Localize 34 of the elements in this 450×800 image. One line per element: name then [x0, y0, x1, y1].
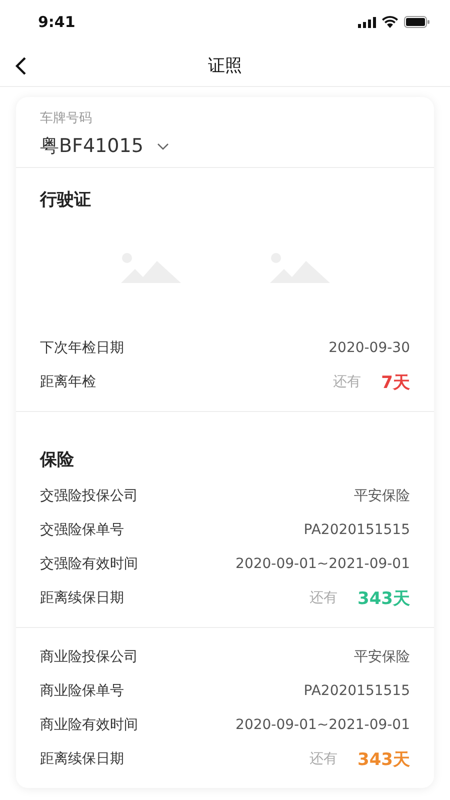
field-value: 2020-09-30	[328, 340, 410, 356]
field-label: 商业险投保公司	[40, 648, 138, 666]
field-value: 2020-09-01~2021-09-01	[236, 556, 410, 572]
plate-label: 车牌号码	[40, 110, 93, 127]
signal-icon	[358, 16, 376, 28]
field-label: 交强险保单号	[40, 521, 124, 539]
wifi-icon	[382, 16, 398, 28]
days-remaining: 343天	[358, 588, 410, 610]
plate-selector[interactable]: 粤BF41015	[40, 133, 144, 159]
field-value: 平安保险	[354, 487, 410, 505]
remaining-label: 还有	[310, 589, 338, 607]
section-title: 行驶证	[38, 189, 92, 211]
field-label: 距离年检	[40, 373, 96, 391]
field-label: 距离续保日期	[40, 589, 124, 607]
field-label: 交强险有效时间	[40, 555, 138, 573]
field-label: 距离续保日期	[40, 750, 124, 768]
status-time: 9:41	[38, 13, 76, 31]
days-remaining: 7天	[381, 372, 410, 394]
section-title: 保险	[38, 449, 75, 471]
field-label: 商业险有效时间	[40, 716, 138, 734]
remaining-label: 还有	[333, 373, 362, 391]
field-value: 平安保险	[354, 648, 410, 666]
field-value: PA2020151515	[304, 522, 410, 538]
remaining-label: 还有	[310, 750, 338, 768]
field-value: PA2020151515	[304, 683, 410, 699]
back-icon[interactable]	[14, 56, 28, 76]
days-remaining: 343天	[358, 748, 410, 770]
field-label: 交强险投保公司	[40, 487, 138, 505]
field-label: 商业险保单号	[40, 682, 124, 700]
chevron-down-icon[interactable]	[157, 142, 170, 150]
battery-icon	[404, 16, 430, 28]
field-label: 下次年检日期	[40, 339, 124, 357]
field-value: 2020-09-01~2021-09-01	[236, 717, 410, 733]
page-title: 证照	[208, 54, 242, 76]
